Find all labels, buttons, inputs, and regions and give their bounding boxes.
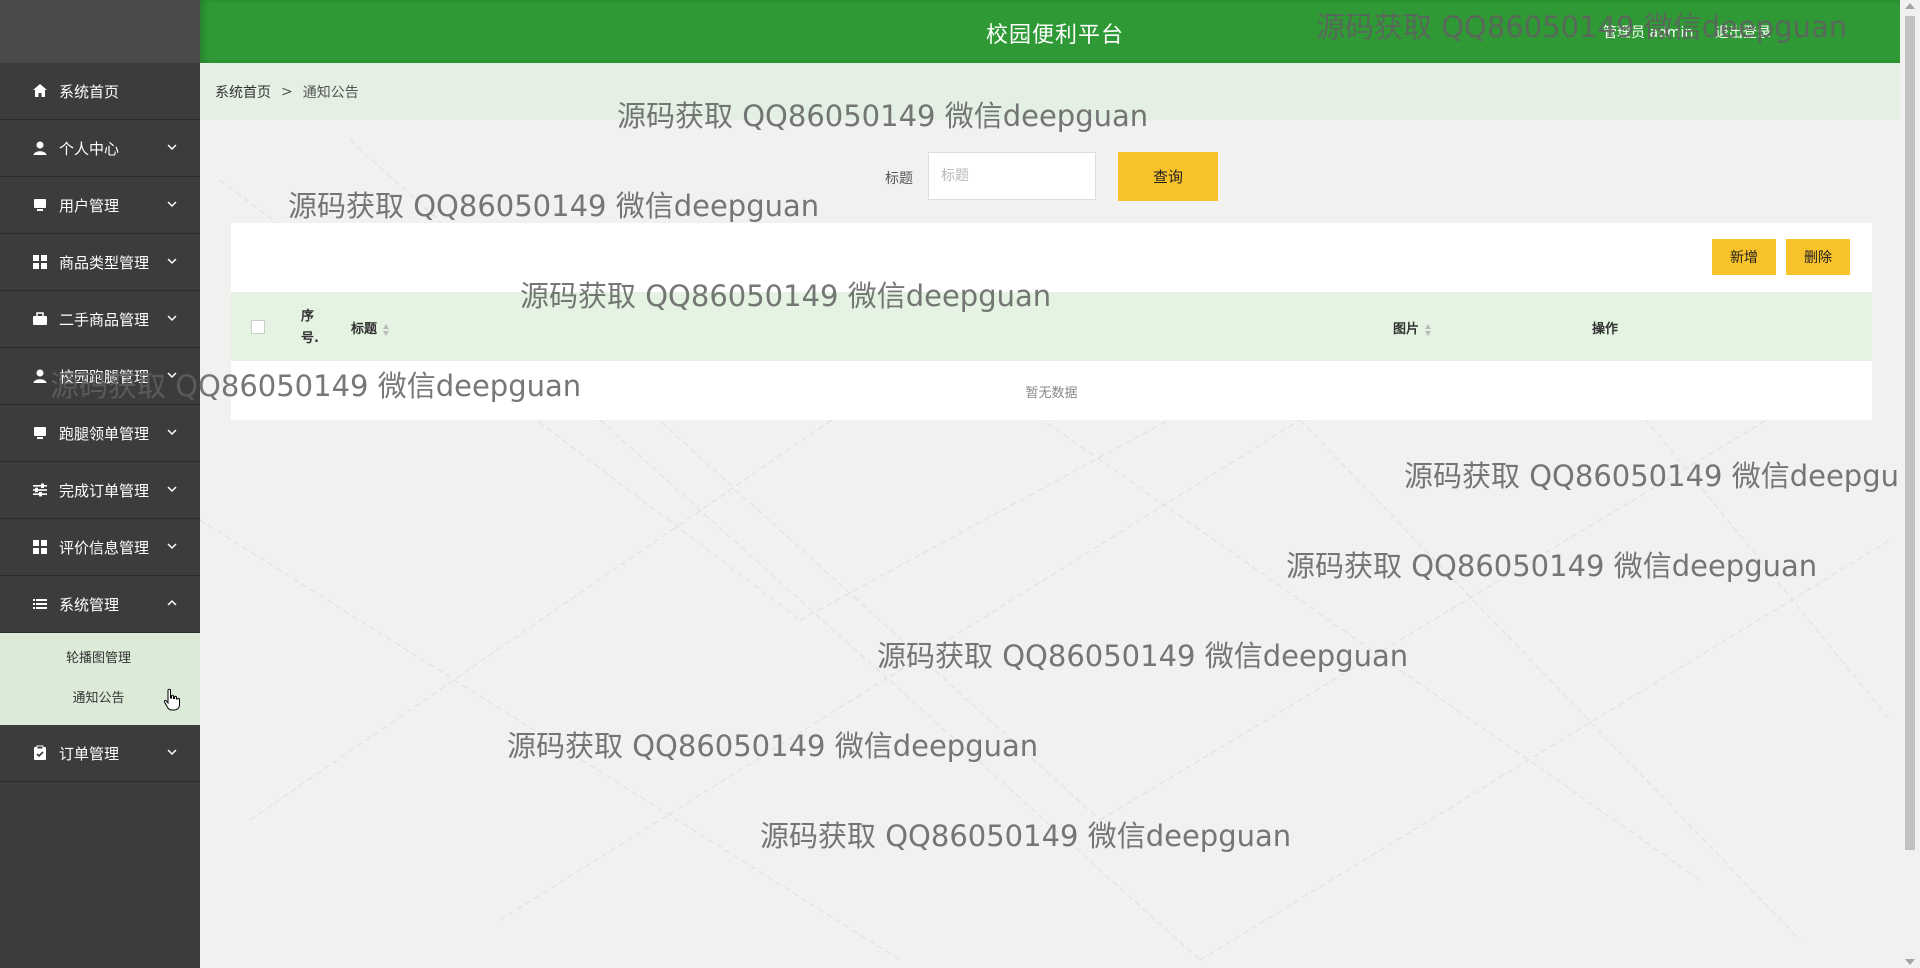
logout-link[interactable]: 退出登录 xyxy=(1715,22,1771,42)
column-header-title-label: 标题 xyxy=(351,322,378,337)
top-header: 校园便利平台 管理员 admin 退出登录 xyxy=(200,0,1900,63)
search-button[interactable]: 查询 xyxy=(1118,152,1218,201)
column-header-image-label: 图片 xyxy=(1393,322,1420,337)
app-title: 校园便利平台 xyxy=(986,23,1125,48)
chevron-down-icon xyxy=(167,144,177,151)
column-header-title: 标题 xyxy=(351,318,390,337)
current-user: 管理员 admin xyxy=(1603,25,1694,41)
column-header-operation: 操作 xyxy=(1592,322,1619,337)
sidebar-item-label: 跑腿领单管理 xyxy=(59,424,150,443)
sidebar-logo-area xyxy=(0,0,200,63)
submenu-item-carousel[interactable]: 轮播图管理 xyxy=(0,639,200,679)
sidebar-item-home[interactable]: 系统首页 xyxy=(0,63,200,120)
chevron-down-icon xyxy=(167,543,177,550)
sidebar-item-order-management[interactable]: 订单管理 xyxy=(0,725,200,782)
chevron-down-icon xyxy=(167,372,177,379)
monitor-icon xyxy=(31,424,49,442)
vertical-scrollbar[interactable] xyxy=(1900,0,1920,968)
sidebar-item-errand-order-management[interactable]: 跑腿领单管理 xyxy=(0,405,200,462)
hand-cursor-icon xyxy=(163,688,180,711)
grid-icon xyxy=(31,253,49,271)
sidebar-item-user-management[interactable]: 用户管理 xyxy=(0,177,200,234)
breadcrumb-separator: > xyxy=(281,83,293,100)
sidebar-item-system-management[interactable]: 系统管理 xyxy=(0,576,200,633)
sort-icon[interactable] xyxy=(383,323,390,337)
user-icon xyxy=(31,367,49,385)
clipboard-icon xyxy=(31,744,49,762)
chevron-down-icon xyxy=(167,429,177,436)
sidebar-item-secondhand-management[interactable]: 二手商品管理 xyxy=(0,291,200,348)
sidebar-item-label: 个人中心 xyxy=(59,139,120,158)
sidebar-item-label: 用户管理 xyxy=(59,196,120,215)
add-button[interactable]: 新增 xyxy=(1712,239,1776,275)
scrollbar-thumb[interactable] xyxy=(1905,16,1915,850)
sidebar-item-label: 完成订单管理 xyxy=(59,481,150,500)
sidebar-item-label: 校园跑腿管理 xyxy=(59,367,150,386)
sidebar-item-label: 系统首页 xyxy=(59,82,120,101)
sidebar-item-label: 系统管理 xyxy=(59,595,120,614)
sidebar-item-category-management[interactable]: 商品类型管理 xyxy=(0,234,200,291)
chevron-down-icon xyxy=(167,201,177,208)
scroll-down-icon[interactable] xyxy=(1905,959,1915,965)
chevron-down-icon xyxy=(167,315,177,322)
delete-button[interactable]: 删除 xyxy=(1786,239,1850,275)
table-header: 序号. 标题 图片 操作 xyxy=(231,292,1872,361)
sidebar-item-completed-order-management[interactable]: 完成订单管理 xyxy=(0,462,200,519)
sidebar-item-label: 二手商品管理 xyxy=(59,310,150,329)
sidebar: 系统首页 个人中心 用户管理 商品类型管理 二手商品管理 校园跑腿管理 跑腿领单… xyxy=(0,0,200,968)
monitor-icon xyxy=(31,196,49,214)
empty-state-text: 暂无数据 xyxy=(1025,386,1078,401)
sidebar-item-errand-management[interactable]: 校园跑腿管理 xyxy=(0,348,200,405)
column-header-image: 图片 xyxy=(1393,318,1432,337)
sidebar-item-review-management[interactable]: 评价信息管理 xyxy=(0,519,200,576)
sidebar-item-label: 商品类型管理 xyxy=(59,253,150,272)
sidebar-item-label: 评价信息管理 xyxy=(59,538,150,557)
breadcrumb-home[interactable]: 系统首页 xyxy=(215,82,271,102)
table-panel: 新增 删除 序号. 标题 图片 操作 暂无数据 xyxy=(231,223,1872,420)
sidebar-item-personal-center[interactable]: 个人中心 xyxy=(0,120,200,177)
chevron-down-icon xyxy=(167,486,177,493)
search-title-label: 标题 xyxy=(885,171,913,187)
select-all-checkbox[interactable] xyxy=(251,320,265,334)
breadcrumb-current: 通知公告 xyxy=(302,84,359,101)
chevron-up-icon xyxy=(167,599,177,606)
scroll-up-icon[interactable] xyxy=(1905,3,1915,9)
user-icon xyxy=(31,139,49,157)
list-icon xyxy=(31,595,49,613)
home-icon xyxy=(31,82,49,100)
sliders-icon xyxy=(31,481,49,499)
grid-icon xyxy=(31,538,49,556)
sort-icon[interactable] xyxy=(1425,323,1432,337)
search-title-input[interactable] xyxy=(928,152,1096,200)
breadcrumb: 系统首页 > 通知公告 xyxy=(200,63,1900,120)
chevron-down-icon xyxy=(167,258,177,265)
column-header-index: 序号. xyxy=(301,309,319,346)
sidebar-item-label: 订单管理 xyxy=(59,744,120,763)
briefcase-icon xyxy=(31,310,49,328)
chevron-down-icon xyxy=(167,749,177,756)
